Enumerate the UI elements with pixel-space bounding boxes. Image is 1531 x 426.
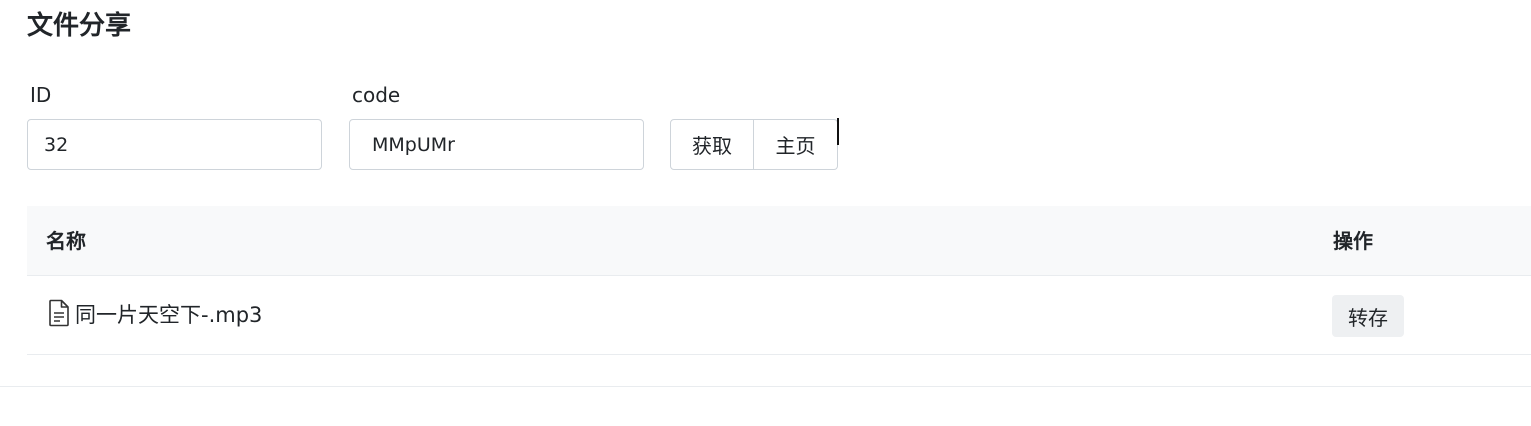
code-label: code	[352, 83, 401, 107]
save-to-drive-button[interactable]: 转存	[1332, 295, 1404, 337]
home-button[interactable]: 主页	[754, 119, 838, 170]
text-cursor	[837, 118, 839, 145]
file-text-icon	[49, 299, 69, 327]
column-header-action: 操作	[1333, 229, 1373, 253]
table-row: 同一片天空下-.mp3 转存	[27, 276, 1531, 355]
id-label: ID	[30, 83, 52, 107]
file-name-cell: 同一片天空下-.mp3	[47, 298, 262, 328]
page-title: 文件分享	[27, 11, 132, 41]
divider	[0, 386, 1531, 387]
code-input[interactable]	[349, 119, 644, 170]
table-header: 名称 操作	[27, 206, 1531, 276]
fetch-button[interactable]: 获取	[670, 119, 754, 170]
id-input[interactable]	[27, 119, 322, 170]
file-table: 名称 操作 同一片天空下-.mp3 转存	[27, 206, 1531, 355]
file-share-page: 文件分享 ID code 获取 主页 名称 操作 同一片天空下-.mp3 转存	[0, 0, 1531, 426]
file-name[interactable]: 同一片天空下-.mp3	[75, 302, 262, 328]
column-header-name: 名称	[46, 229, 86, 253]
